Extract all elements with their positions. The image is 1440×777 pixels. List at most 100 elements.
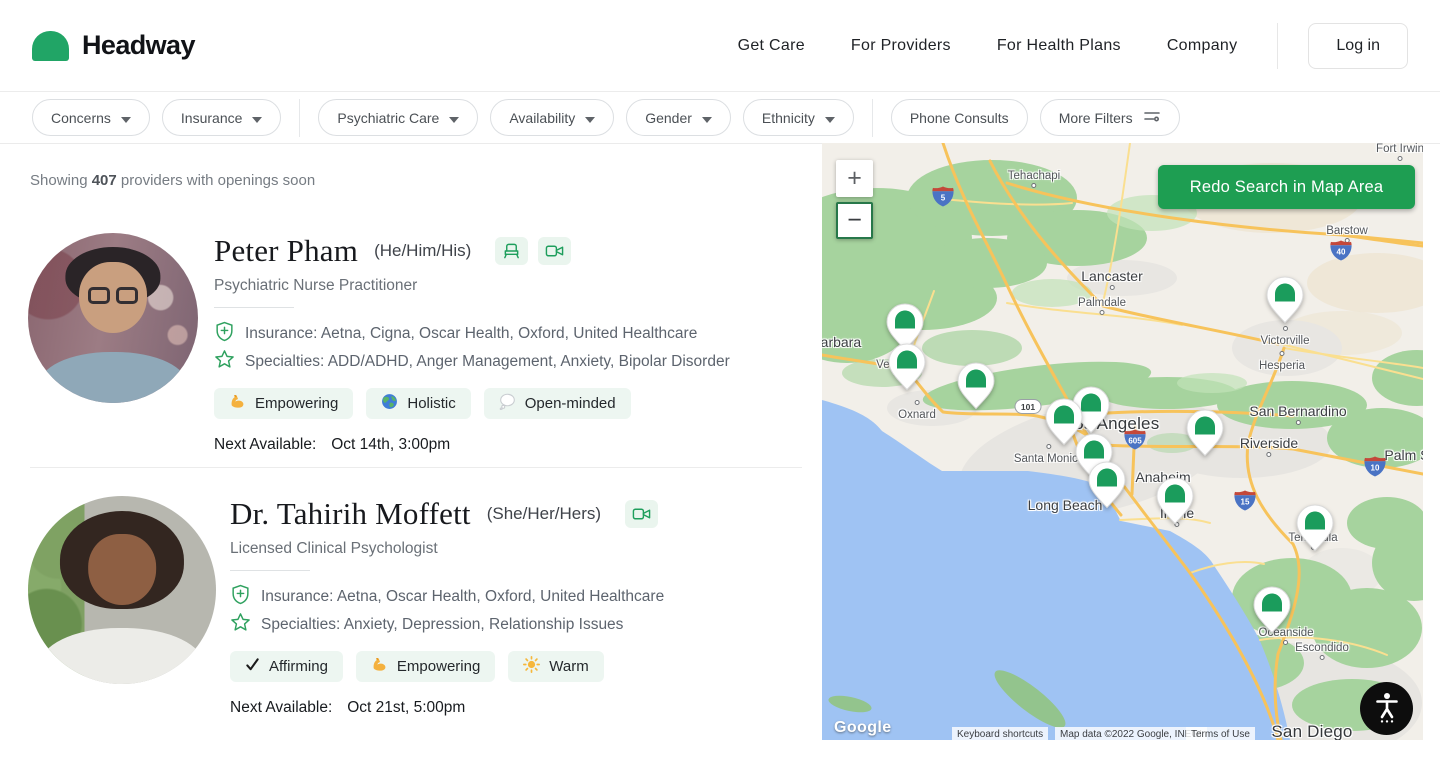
nav-item-for-health-plans[interactable]: For Health Plans: [997, 37, 1121, 55]
avatar-glasses: [88, 287, 110, 304]
specialties-values: ADD/ADHD, Anger Management, Anxiety, Bip…: [328, 353, 730, 370]
map-label-palm-springs: Palm Springs: [1384, 447, 1423, 463]
map-label-san-bernardino: San Bernardino: [1249, 403, 1346, 419]
summary-count: 407: [92, 172, 117, 189]
filter-label: Gender: [645, 110, 692, 126]
provider-title: Psychiatric Nurse Practitioner: [214, 277, 808, 295]
map-marker[interactable]: [1296, 504, 1334, 552]
specialties-star-icon: [230, 612, 251, 638]
interstate-shield-40: 40: [1330, 241, 1352, 266]
map-marker[interactable]: [1253, 586, 1291, 634]
video-session-icon: [625, 500, 658, 528]
interstate-shield-5: 5: [932, 187, 954, 212]
map-label-santa-monica: Santa Monica: [1014, 453, 1084, 465]
filter-label: Concerns: [51, 110, 111, 126]
provider-name-row: Dr. Tahirih Moffett(She/Her/Hers): [230, 496, 808, 532]
accessibility-button[interactable]: [1360, 682, 1413, 735]
provider-photo[interactable]: [28, 496, 216, 684]
filter-concerns[interactable]: Concerns: [32, 99, 150, 136]
chevron-down-icon: [825, 110, 835, 126]
nav-item-for-providers[interactable]: For Providers: [851, 37, 951, 55]
map-label-barstow: Barstow: [1326, 225, 1368, 237]
accessibility-icon: [1374, 691, 1400, 727]
map-marker[interactable]: [1088, 461, 1126, 509]
filter-bar: Concerns Insurance Psychiatric Care Availab…: [0, 92, 1440, 144]
filter-gender[interactable]: Gender: [626, 99, 731, 136]
filter-phone-consults[interactable]: Phone Consults: [891, 99, 1028, 136]
svg-text:15: 15: [1241, 498, 1250, 507]
avatar-face: [88, 534, 156, 605]
google-logo[interactable]: Google: [834, 719, 892, 737]
map-label-victorville: Victorville: [1261, 335, 1310, 347]
chevron-down-icon: [702, 110, 712, 126]
map-panel[interactable]: TehachapiFort IrwinBarstowLancasterPalmd…: [822, 143, 1423, 740]
login-button[interactable]: Log in: [1308, 23, 1408, 69]
provider-name[interactable]: Dr. Tahirih Moffett: [230, 496, 471, 532]
filter-label: Psychiatric Care: [337, 110, 439, 126]
page: { "header": { "brand": "Headway", "nav":…: [0, 0, 1440, 777]
map-zoom-out-button[interactable]: −: [836, 202, 873, 239]
insurance-shield-icon: [230, 584, 251, 610]
provider-card-dr-tahirih-moffett[interactable]: Dr. Tahirih Moffett(She/Her/Hers)License…: [28, 496, 808, 717]
main-nav: Get Care For Providers For Health Plans Com…: [738, 37, 1238, 55]
town-dot: [1109, 285, 1114, 290]
specialties-star-icon: [214, 349, 235, 375]
specialties-label: Specialties:: [245, 353, 328, 370]
in-person-icon: [495, 237, 528, 265]
us-route-shield-101: 101: [1015, 399, 1042, 419]
map-marker[interactable]: [1156, 477, 1194, 525]
map-label-tehachapi: Tehachapi: [1008, 170, 1060, 182]
map-label-fort-irwin: Fort Irwin: [1376, 143, 1423, 155]
trait-pill-empowering: Empowering: [356, 651, 495, 682]
town-dot: [915, 400, 920, 405]
filter-availability[interactable]: Availability: [490, 99, 614, 136]
provider-photo[interactable]: [28, 233, 198, 403]
town-dot: [1295, 420, 1300, 425]
trait-label: Affirming: [269, 658, 328, 675]
filter-label: Phone Consults: [910, 110, 1009, 126]
map-label-oxnard: Oxnard: [898, 409, 936, 421]
map-marker[interactable]: [1186, 409, 1224, 457]
interstate-shield-605: 605: [1124, 430, 1146, 455]
nav-item-company[interactable]: Company: [1167, 37, 1238, 55]
specialties-text: Specialties: ADD/ADHD, Anger Management,…: [245, 353, 730, 371]
provider-info: Peter Pham(He/Him/His)Psychiatric Nurse …: [214, 233, 808, 454]
filter-insurance[interactable]: Insurance: [162, 99, 281, 136]
thought-icon: [499, 393, 516, 414]
map-label-riverside: Riverside: [1240, 435, 1298, 451]
map-marker[interactable]: [1266, 276, 1304, 324]
next-available-label: Next Available:: [214, 436, 316, 454]
sun-icon: [523, 656, 540, 677]
next-available-value: Oct 14th, 3:00pm: [331, 436, 450, 454]
filter-label: Insurance: [181, 110, 242, 126]
redo-search-button[interactable]: Redo Search in Map Area: [1158, 165, 1415, 209]
map-marker[interactable]: [888, 343, 926, 391]
provider-name[interactable]: Peter Pham: [214, 233, 358, 269]
attribution-keyboard-shortcuts[interactable]: Keyboard shortcuts: [952, 727, 1048, 740]
specialties-row: Specialties: Anxiety, Depression, Relati…: [230, 613, 808, 637]
insurance-row: Insurance: Aetna, Cigna, Oscar Health, O…: [214, 322, 808, 346]
provider-card-peter-pham[interactable]: Peter Pham(He/Him/His)Psychiatric Nurse …: [28, 233, 808, 454]
insurance-text: Insurance: Aetna, Cigna, Oscar Health, O…: [245, 325, 697, 343]
insurance-values: Aetna, Cigna, Oscar Health, Oxford, Unit…: [321, 325, 698, 342]
muscle-icon: [371, 656, 388, 677]
map-marker[interactable]: [957, 362, 995, 410]
svg-text:10: 10: [1371, 464, 1380, 473]
filter-label: Ethnicity: [762, 110, 815, 126]
trait-label: Empowering: [255, 395, 338, 412]
nav-item-get-care[interactable]: Get Care: [738, 37, 805, 55]
headway-logo[interactable]: Headway: [32, 30, 195, 61]
map-zoom-in-button[interactable]: +: [836, 160, 873, 197]
filter-psychiatric-care[interactable]: Psychiatric Care: [318, 99, 478, 136]
attribution-map-data-2022-google-inegi[interactable]: Map data ©2022 Google, INEGI: [1055, 727, 1207, 740]
headway-logo-icon: [32, 31, 69, 61]
filter-ethnicity[interactable]: Ethnicity: [743, 99, 854, 136]
chevron-down-icon: [252, 110, 262, 126]
svg-text:40: 40: [1337, 248, 1346, 257]
trait-label: Holistic: [407, 395, 455, 412]
trait-pill-holistic: Holistic: [366, 388, 470, 419]
specialties-label: Specialties:: [261, 616, 344, 633]
attribution-terms-of-use[interactable]: Terms of Use: [1186, 727, 1255, 740]
filter-more-filters[interactable]: More Filters: [1040, 99, 1180, 136]
town-dot: [1283, 640, 1288, 645]
